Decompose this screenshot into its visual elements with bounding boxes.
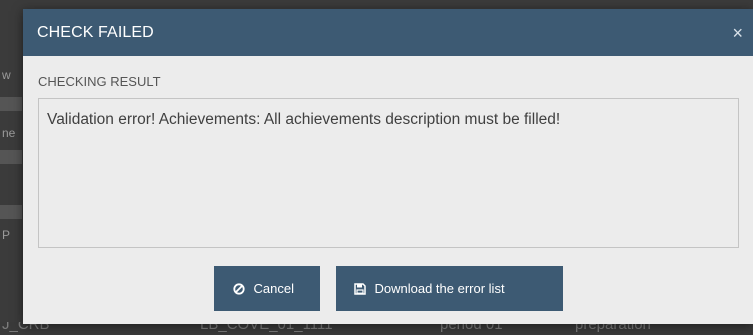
dialog-header: CHECK FAILED ×	[23, 9, 753, 56]
background-text: P	[2, 228, 11, 242]
download-label: Download the error list	[374, 281, 505, 296]
error-message: Validation error! Achievements: All achi…	[47, 111, 561, 128]
download-error-list-button[interactable]: Download the error list	[335, 266, 563, 311]
background-row	[0, 150, 22, 164]
dialog-footer: Cancel Download the error list	[23, 266, 753, 311]
background-text: ne	[2, 126, 16, 140]
background-row	[0, 205, 22, 219]
background-text: w	[2, 68, 11, 82]
close-button[interactable]: ×	[732, 24, 743, 42]
cancel-button[interactable]: Cancel	[213, 266, 320, 311]
background-row	[0, 97, 22, 111]
checking-result-label: CHECKING RESULT	[38, 74, 161, 89]
dialog-body: CHECKING RESULT Validation error! Achiev…	[23, 56, 753, 248]
result-message-box: Validation error! Achievements: All achi…	[38, 98, 739, 248]
dialog-title: CHECK FAILED	[37, 23, 154, 41]
save-icon	[353, 282, 366, 295]
cancel-label: Cancel	[253, 281, 294, 296]
cancel-circle-icon	[232, 282, 245, 295]
check-failed-dialog: CHECK FAILED × CHECKING RESULT Validatio…	[23, 9, 753, 324]
